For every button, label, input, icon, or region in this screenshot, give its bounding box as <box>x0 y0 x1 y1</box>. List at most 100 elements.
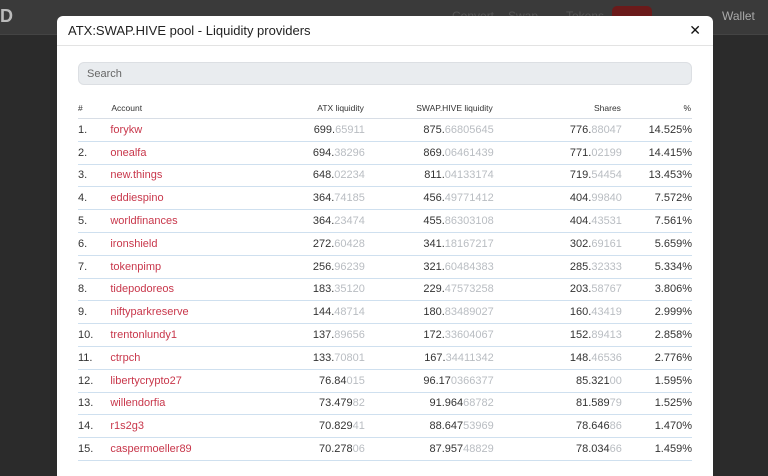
shares-value-decimals: 43531 <box>591 215 622 228</box>
rank-cell: 10. <box>78 323 111 347</box>
atx-value: 648. <box>312 169 335 182</box>
shares-cell: 148.46536 <box>493 346 622 370</box>
atx-value: 364. <box>312 215 335 228</box>
account-cell: libertycrypto27 <box>110 369 260 393</box>
table-row: 2. onealfa 694.38296 869.06461439 771.02199 1… <box>78 141 692 165</box>
atx-value-decimals: 35120 <box>334 283 365 296</box>
hive-liquidity-cell: 869.06461439 <box>364 141 494 165</box>
account-link[interactable]: new.things <box>110 169 162 181</box>
atx-liquidity-cell: 272.60428 <box>259 232 365 256</box>
account-link[interactable]: tokenpimp <box>110 261 161 273</box>
hive-liquidity-cell: 321.60484383 <box>364 255 494 279</box>
table-row: 7. tokenpimp 256.96239 321.60484383 285.3233… <box>78 255 692 279</box>
shares-value: 302. <box>569 237 592 250</box>
atx-value-decimals: 65911 <box>335 123 365 136</box>
account-link[interactable]: ironshield <box>110 238 157 250</box>
table-row: 9. niftyparkreserve 144.48714 180.83489027 1… <box>78 300 692 325</box>
hive-liquidity-cell: 87.95748829 <box>364 437 494 461</box>
account-cell: ironshield <box>110 232 260 256</box>
table-header-row: # Account ATX liquidity SWAP.HIVE liquid… <box>78 98 692 119</box>
shares-value: 285. <box>569 260 592 273</box>
atx-value: 694. <box>312 146 335 159</box>
hive-value-decimals: 48829 <box>463 443 494 456</box>
hive-value-decimals: 18167217 <box>444 237 494 250</box>
atx-liquidity-cell: 76.84015 <box>259 369 365 393</box>
shares-value: 771. <box>569 146 592 159</box>
table-row: 10. trentonlundy1 137.89656 172.33604067 152… <box>78 323 692 347</box>
hive-value-decimals: 83489027 <box>444 306 494 319</box>
atx-value: 183. <box>312 283 335 296</box>
account-link[interactable]: ctrpch <box>110 352 140 364</box>
account-link[interactable]: niftyparkreserve <box>110 306 188 318</box>
close-icon[interactable]: ✕ <box>689 22 701 38</box>
atx-value: 70.829 <box>318 420 353 433</box>
rank-cell: 7. <box>78 255 111 279</box>
header-rank: # <box>78 98 111 119</box>
account-link[interactable]: willendorfia <box>110 397 165 409</box>
table-row: 4. eddiespino 364.74185 456.49771412 404.998… <box>78 186 692 211</box>
hive-value: 167. <box>424 351 446 364</box>
hive-value: 341. <box>423 237 445 250</box>
account-link[interactable]: trentonlundy1 <box>110 329 177 341</box>
account-link[interactable]: r1s2g3 <box>110 420 144 432</box>
rank-cell: 9. <box>78 300 111 325</box>
shares-value: 78.034 <box>576 443 610 456</box>
rank-cell: 5. <box>78 209 111 233</box>
hive-value-decimals: 86303108 <box>444 215 494 228</box>
hive-liquidity-cell: 875.66805645 <box>364 118 494 142</box>
table-row: 8. tidepodoreos 183.35120 229.47573258 203.5… <box>78 278 692 302</box>
table-row: 6. ironshield 272.60428 341.18167217 302.691… <box>78 232 692 256</box>
shares-cell: 404.99840 <box>493 186 622 211</box>
atx-liquidity-cell: 256.96239 <box>259 255 365 279</box>
wallet-link: Wallet <box>722 9 755 23</box>
shares-cell: 719.54454 <box>493 164 622 188</box>
percent-cell: 1.470% <box>621 414 692 439</box>
table-row: 11. ctrpch 133.70801 167.34411342 148.46536 2… <box>78 346 692 370</box>
shares-cell: 81.58979 <box>493 392 622 416</box>
shares-value: 85.321 <box>576 374 610 387</box>
shares-cell: 404.43531 <box>493 209 622 233</box>
account-cell: eddiespino <box>110 186 260 211</box>
atx-value-decimals: 82 <box>352 397 365 410</box>
shares-value-decimals: 46536 <box>591 351 622 364</box>
shares-cell: 152.89413 <box>493 323 622 347</box>
hive-value-decimals: 53969 <box>463 420 494 433</box>
search-input[interactable] <box>78 62 692 85</box>
atx-value: 256. <box>312 260 335 273</box>
atx-value: 76.84 <box>319 374 347 387</box>
account-link[interactable]: forykw <box>110 124 142 136</box>
hive-value: 88.647 <box>429 420 464 433</box>
atx-value-decimals: 48714 <box>334 306 365 319</box>
table-row: 13. willendorfia 73.47982 91.96468782 81.589… <box>78 392 692 416</box>
account-cell: onealfa <box>110 141 260 165</box>
atx-liquidity-cell: 364.74185 <box>259 186 365 211</box>
hive-liquidity-cell: 172.33604067 <box>364 323 494 347</box>
account-link[interactable]: tidepodoreos <box>110 283 174 295</box>
account-cell: tokenpimp <box>110 255 260 279</box>
account-cell: r1s2g3 <box>110 414 260 439</box>
header-shares: Shares <box>493 98 622 119</box>
atx-liquidity-cell: 70.27806 <box>259 437 365 461</box>
account-cell: new.things <box>110 164 260 188</box>
shares-value-decimals: 00 <box>609 374 622 387</box>
atx-value-decimals: 74185 <box>334 192 365 205</box>
hive-liquidity-cell: 811.04133174 <box>364 164 494 188</box>
hive-value-decimals: 68782 <box>463 397 494 410</box>
modal-header: ATX:SWAP.HIVE pool - Liquidity providers… <box>57 16 713 46</box>
account-cell: forykw <box>110 118 260 142</box>
account-link[interactable]: libertycrypto27 <box>110 375 182 387</box>
account-cell: willendorfia <box>110 392 260 416</box>
rank-cell: 12. <box>78 369 111 393</box>
account-link[interactable]: worldfinances <box>110 215 177 227</box>
account-link[interactable]: onealfa <box>110 147 146 159</box>
atx-value: 144. <box>312 306 335 319</box>
shares-value-decimals: 43419 <box>591 306 622 319</box>
hive-liquidity-cell: 91.96468782 <box>364 392 494 416</box>
account-link[interactable]: caspermoeller89 <box>110 443 191 455</box>
account-link[interactable]: eddiespino <box>110 192 163 204</box>
shares-cell: 285.32333 <box>493 255 622 279</box>
liquidity-providers-modal: ATX:SWAP.HIVE pool - Liquidity providers… <box>57 16 713 476</box>
atx-value-decimals: 89656 <box>334 329 365 342</box>
hive-value: 91.964 <box>429 397 464 410</box>
table-row: 5. worldfinances 364.23474 455.86303108 404.… <box>78 209 692 233</box>
